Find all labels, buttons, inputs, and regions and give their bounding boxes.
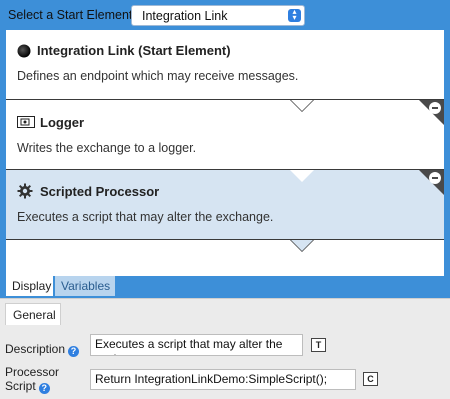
node-description: Executes a script that may alter the exc… bbox=[17, 210, 274, 224]
description-label-text: Description bbox=[5, 342, 66, 356]
tab-general[interactable]: General bbox=[5, 303, 61, 325]
flow-node-scripted-processor[interactable]: Scripted Processor Executes a script tha… bbox=[6, 170, 444, 240]
remove-node-button[interactable] bbox=[429, 102, 441, 114]
help-icon[interactable]: ? bbox=[68, 346, 80, 357]
connector-line bbox=[6, 239, 444, 240]
node-title: Integration Link (Start Element) bbox=[37, 43, 231, 58]
node-description: Defines an endpoint which may receive me… bbox=[17, 69, 299, 83]
select-arrows-icon: ▴ ▾ bbox=[288, 8, 301, 22]
description-field[interactable]: Executes a script that may alter the exc… bbox=[90, 334, 303, 356]
help-icon[interactable]: ? bbox=[38, 383, 50, 394]
start-element-value: Integration Link bbox=[142, 9, 228, 23]
script-label-line1: Processor bbox=[5, 365, 60, 379]
remove-node-button[interactable] bbox=[429, 172, 441, 184]
flow-node-integration-link[interactable]: Integration Link (Start Element) Defines… bbox=[6, 30, 444, 100]
code-editor-button[interactable]: C bbox=[363, 372, 378, 386]
text-editor-button[interactable]: T bbox=[311, 338, 326, 352]
script-label-line2: Script bbox=[5, 379, 36, 393]
logger-icon bbox=[17, 116, 35, 128]
node-description: Writes the exchange to a logger. bbox=[17, 141, 197, 155]
node-title: Scripted Processor bbox=[40, 184, 160, 199]
filled-circle-icon bbox=[17, 44, 31, 58]
properties-panel: General Description? Executes a script t… bbox=[0, 298, 450, 399]
flow-node-logger[interactable]: Logger Writes the exchange to a logger. bbox=[6, 100, 444, 170]
start-element-label: Select a Start Element: bbox=[8, 8, 136, 22]
tab-variables[interactable]: Variables bbox=[55, 276, 115, 296]
script-label: Processor Script? bbox=[5, 365, 59, 394]
tab-display[interactable]: Display bbox=[6, 276, 53, 296]
connector-notch bbox=[290, 170, 314, 182]
gear-icon bbox=[17, 183, 33, 199]
script-field[interactable]: Return IntegrationLinkDemo:SimpleScript(… bbox=[90, 369, 356, 390]
description-label: Description? bbox=[5, 342, 80, 357]
connector-notch-fill bbox=[291, 240, 313, 251]
start-element-select[interactable]: Integration Link ▴ ▾ bbox=[131, 5, 305, 26]
node-title: Logger bbox=[40, 115, 85, 130]
flow-canvas: Integration Link (Start Element) Defines… bbox=[6, 30, 444, 276]
start-element-bar: Select a Start Element: Integration Link… bbox=[0, 0, 450, 30]
